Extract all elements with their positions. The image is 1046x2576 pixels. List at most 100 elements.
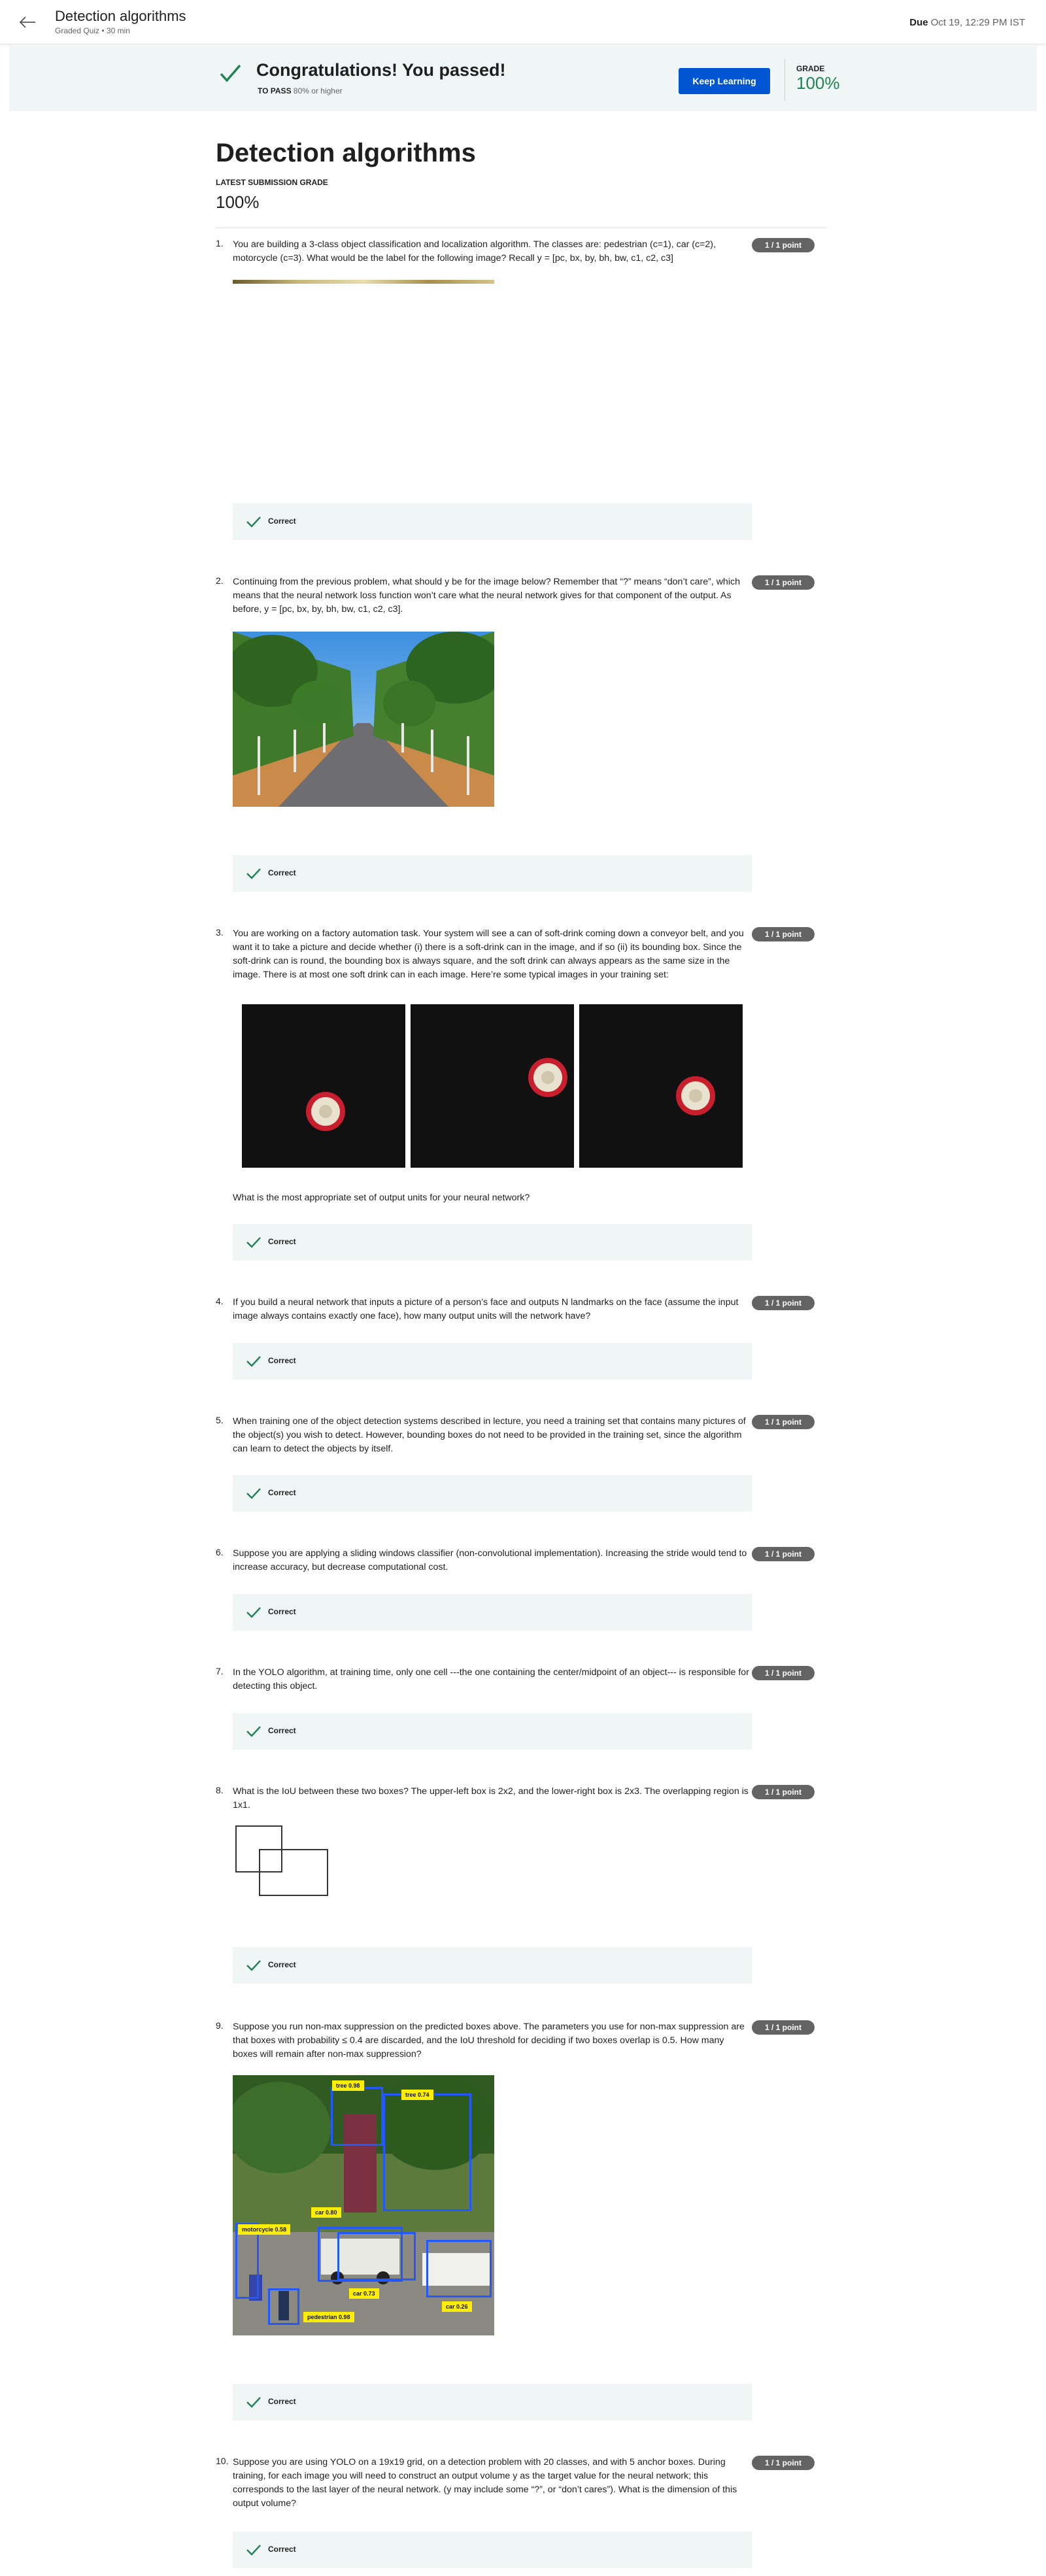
- check-icon: [246, 1607, 261, 1618]
- correct-label: Correct: [268, 1356, 296, 1365]
- points-badge: 1 / 1 point: [752, 1296, 815, 1310]
- latest-grade-label: LATEST SUBMISSION GRADE: [216, 178, 328, 187]
- points-badge: 1 / 1 point: [752, 575, 815, 590]
- check-icon: [246, 2397, 261, 2408]
- due-value: Oct 19, 12:29 PM IST: [930, 17, 1025, 28]
- check-icon: [220, 64, 241, 82]
- car-box: [337, 2232, 416, 2280]
- to-pass-value: 80% or higher: [293, 86, 343, 95]
- correct-label: Correct: [268, 1726, 296, 1735]
- correct-label: Correct: [268, 2397, 296, 2406]
- quiz-title: Detection algorithms: [55, 8, 186, 24]
- correct-feedback: Correct: [233, 1224, 752, 1261]
- question-image: [233, 280, 494, 284]
- correct-label: Correct: [268, 517, 296, 526]
- top-bar: Detection algorithms Graded Quiz • 30 mi…: [0, 0, 1046, 44]
- tree-box: [383, 2093, 471, 2211]
- correct-feedback: Correct: [233, 1594, 752, 1631]
- question-number: 5.: [216, 1415, 224, 1425]
- check-icon: [246, 1726, 261, 1737]
- question-text: If you build a neural network that input…: [233, 1297, 739, 1321]
- detection-label: tree 0.74: [401, 2090, 433, 2100]
- can-image-3: [579, 1004, 743, 1168]
- latest-grade-value: 100%: [216, 192, 260, 212]
- can-image-2: [411, 1004, 574, 1168]
- question-number: 8.: [216, 1785, 224, 1795]
- detection-label: pedestrian 0.98: [303, 2312, 354, 2322]
- points-badge: 1 / 1 point: [752, 1547, 815, 1561]
- check-icon: [246, 1356, 261, 1367]
- correct-feedback: Correct: [233, 1947, 752, 1984]
- road-image: [233, 632, 494, 807]
- check-icon: [246, 517, 261, 528]
- tree-box: [331, 2087, 383, 2146]
- question-number: 6.: [216, 1547, 224, 1557]
- question-text: What is the IoU between these two boxes?…: [233, 1786, 749, 1810]
- can-image-1: [242, 1004, 405, 1168]
- points-badge: 1 / 1 point: [752, 927, 815, 941]
- check-icon: [246, 2545, 261, 2556]
- pass-banner: Congratulations! You passed! TO PASS 80%…: [9, 46, 1037, 111]
- question-text: In the YOLO algorithm, at training time,…: [233, 1667, 749, 1691]
- correct-feedback: Correct: [233, 1475, 752, 1512]
- to-pass-info: TO PASS 80% or higher: [258, 86, 343, 95]
- lower-right-box: [259, 1849, 328, 1896]
- question-text: You are working on a factory automation …: [233, 928, 744, 980]
- question-number: 10.: [216, 2456, 229, 2466]
- keep-learning-button[interactable]: Keep Learning: [679, 68, 770, 94]
- points-badge: 1 / 1 point: [752, 1785, 815, 1799]
- question-number: 9.: [216, 2020, 224, 2031]
- points-badge: 1 / 1 point: [752, 238, 815, 252]
- question-text: When training one of the object detectio…: [233, 1416, 746, 1454]
- correct-feedback: Correct: [233, 2532, 752, 2568]
- question-text: Suppose you are applying a sliding windo…: [233, 1548, 747, 1572]
- points-badge: 1 / 1 point: [752, 2020, 815, 2035]
- correct-feedback: Correct: [233, 503, 752, 540]
- correct-label: Correct: [268, 1237, 296, 1246]
- car-box: [426, 2240, 492, 2297]
- question-number: 7.: [216, 1666, 224, 1676]
- question-text: Suppose you run non-max suppression on t…: [233, 2022, 745, 2059]
- check-icon: [246, 1237, 261, 1248]
- can-picture: [306, 1092, 345, 1131]
- points-badge: 1 / 1 point: [752, 2456, 815, 2470]
- detection-label: car 0.26: [442, 2301, 472, 2312]
- question-text: Suppose you are using YOLO on a 19x19 gr…: [233, 2457, 737, 2509]
- correct-label: Correct: [268, 1488, 296, 1497]
- nms-image: tree 0.98 tree 0.74 motorcycle 0.58 car …: [233, 2075, 494, 2335]
- detection-label: tree 0.98: [332, 2080, 364, 2091]
- grade-value: 100%: [796, 73, 840, 93]
- question-number: 1.: [216, 238, 224, 248]
- points-badge: 1 / 1 point: [752, 1666, 815, 1680]
- back-button[interactable]: [14, 12, 41, 33]
- arrow-left-icon: [19, 16, 35, 28]
- due-date: Due Oct 19, 12:29 PM IST: [909, 17, 1025, 28]
- question-text: Continuing from the previous problem, wh…: [233, 577, 740, 615]
- check-icon: [246, 1488, 261, 1499]
- correct-label: Correct: [268, 1607, 296, 1616]
- iou-diagram: [235, 1825, 333, 1899]
- correct-feedback: Correct: [233, 855, 752, 892]
- check-icon: [246, 1960, 261, 1971]
- correct-label: Correct: [268, 1960, 296, 1969]
- question-number: 4.: [216, 1296, 224, 1306]
- grade-label: GRADE: [796, 64, 825, 73]
- pedestrian-box: [268, 2288, 299, 2325]
- check-icon: [246, 868, 261, 879]
- can-picture: [528, 1058, 567, 1097]
- detection-label: motorcycle 0.58: [238, 2224, 291, 2235]
- points-badge: 1 / 1 point: [752, 1415, 815, 1429]
- question-text: You are building a 3-class object classi…: [233, 239, 716, 263]
- correct-label: Correct: [268, 2545, 296, 2554]
- correct-feedback: Correct: [233, 1343, 752, 1380]
- correct-feedback: Correct: [233, 1713, 752, 1750]
- road-picture: [233, 632, 494, 807]
- detection-label: car 0.73: [349, 2288, 379, 2299]
- due-label: Due: [909, 17, 928, 28]
- question-number: 2.: [216, 575, 224, 586]
- quiz-subtitle: Graded Quiz • 30 min: [55, 26, 130, 35]
- correct-label: Correct: [268, 868, 296, 877]
- question-followup: What is the most appropriate set of outp…: [233, 1193, 530, 1203]
- correct-feedback: Correct: [233, 2384, 752, 2420]
- question-number: 3.: [216, 927, 224, 938]
